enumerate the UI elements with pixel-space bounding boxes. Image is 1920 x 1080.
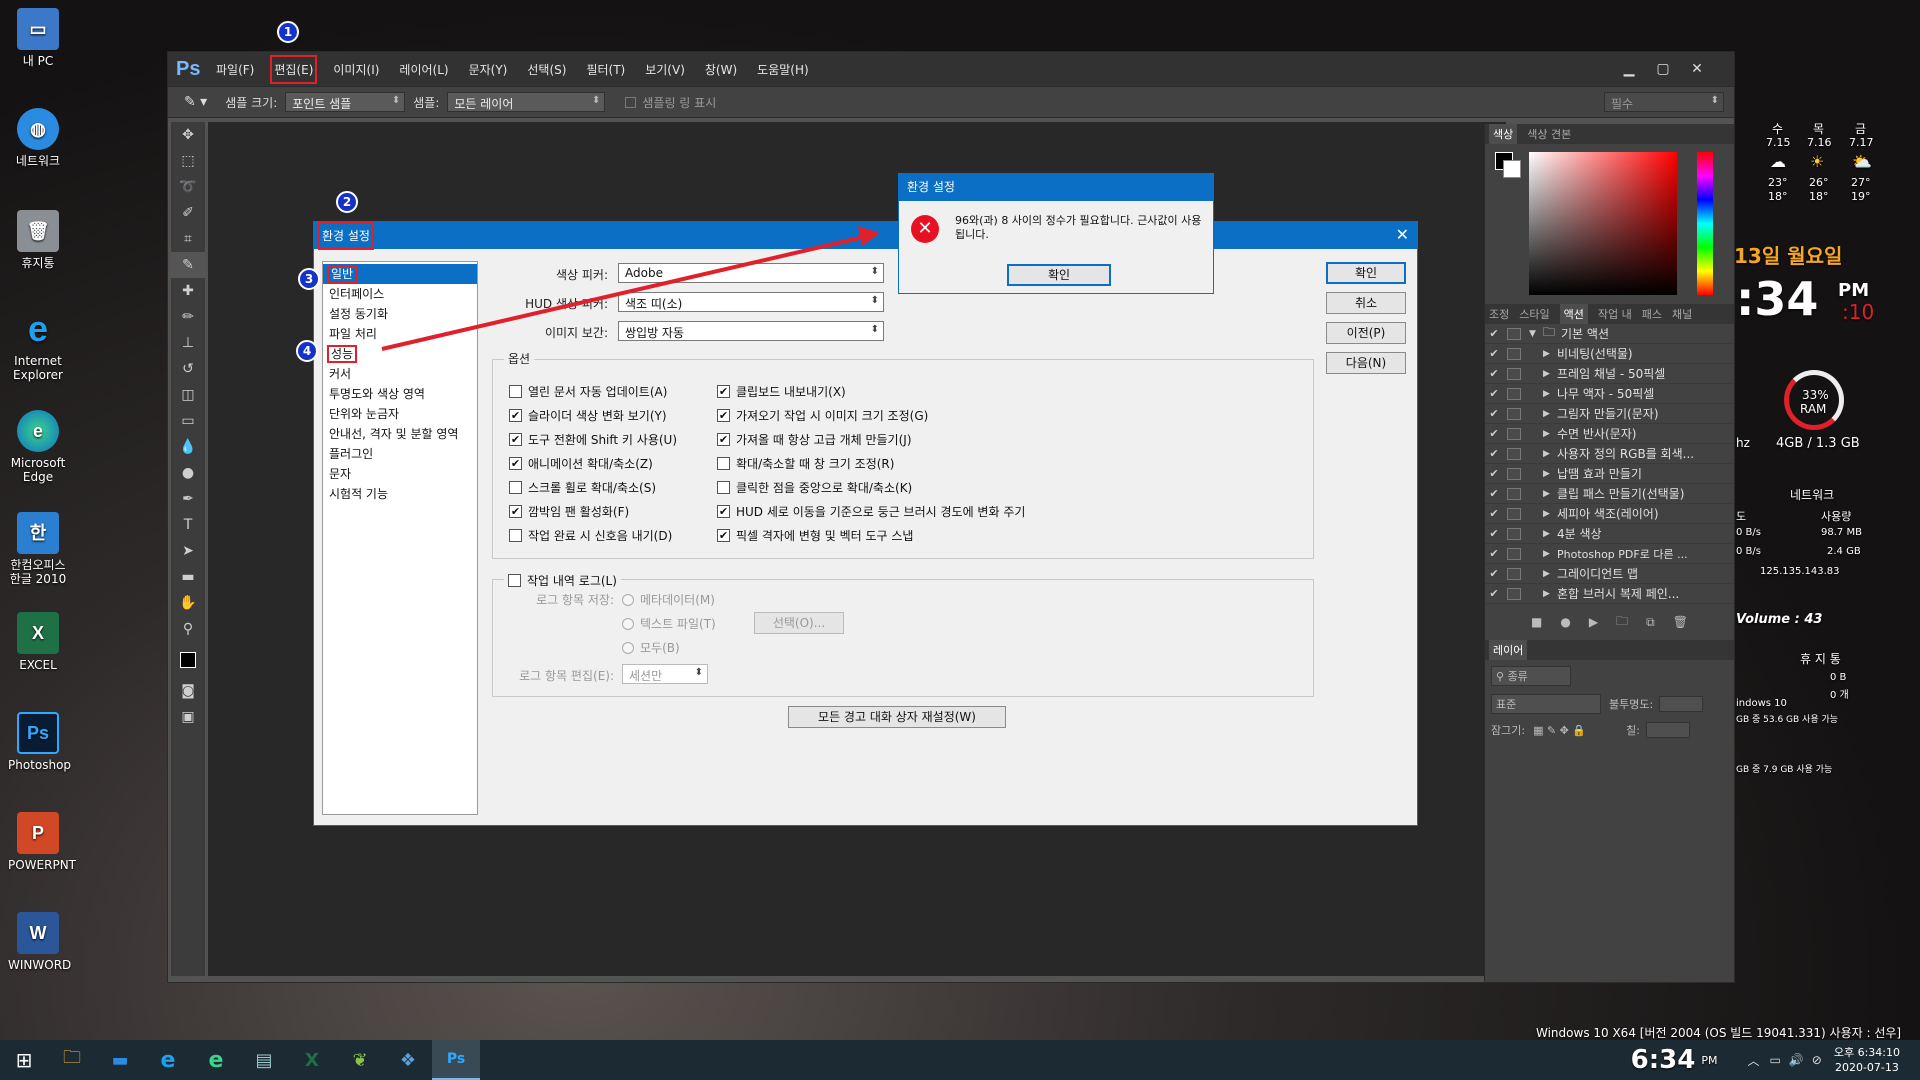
- weather-lo: 18°: [1809, 190, 1829, 203]
- volume-tray-icon[interactable]: 🔊: [1789, 1053, 1804, 1067]
- step-badge-3: 3: [298, 268, 320, 290]
- taskbar-ampm: PM: [1701, 1053, 1718, 1067]
- weather-date: 7.15: [1766, 136, 1791, 149]
- disk1-info: GB 중 53.6 GB 사용 가능: [1736, 715, 1839, 725]
- net-speed-value: 0 B/s: [1736, 546, 1761, 557]
- step-badge-2: 2: [336, 191, 358, 213]
- os-info: Windows 10 X64 [버전 2004 (OS 빌드 19041.331…: [1536, 1026, 1902, 1040]
- net-usage-value: 2.4 GB: [1827, 546, 1861, 557]
- taskbar-big-time: 6:34: [1630, 1045, 1696, 1075]
- widget-ampm: PM: [1838, 280, 1870, 301]
- network-tray-icon[interactable]: ▭: [1769, 1053, 1780, 1067]
- net-speed-label: 도: [1736, 510, 1747, 523]
- tray-date: 2020-07-13: [1834, 1061, 1899, 1074]
- disk2-info: GB 중 7.9 GB 사용 가능: [1736, 765, 1833, 775]
- step-badge-1: 1: [277, 21, 299, 43]
- weather-lo: 19°: [1851, 190, 1871, 203]
- weather-day: 목: [1813, 122, 1825, 136]
- net-speed-value: 0 B/s: [1736, 527, 1761, 538]
- ime-tray-icon[interactable]: ⊘: [1812, 1053, 1822, 1067]
- weather-hi: 23°: [1768, 176, 1788, 189]
- volume-text: Volume : 43: [1736, 612, 1823, 627]
- photoshop-taskbar-icon[interactable]: Ps: [432, 1040, 480, 1080]
- partly-cloudy-icon: ⛅: [1852, 152, 1872, 171]
- start-button[interactable]: ⊞: [0, 1040, 48, 1080]
- weather-day: 수: [1772, 122, 1784, 136]
- mail-icon[interactable]: ▬: [96, 1040, 144, 1080]
- cpu-hz: hz: [1736, 436, 1750, 450]
- sun-icon: ☀: [1810, 152, 1825, 171]
- network-title: 네트워크: [1790, 488, 1835, 502]
- app-icon[interactable]: ❖: [384, 1040, 432, 1080]
- weather-day: 금: [1855, 122, 1867, 136]
- weather-date: 7.16: [1807, 136, 1832, 149]
- edge-icon[interactable]: e: [192, 1040, 240, 1080]
- ram-percent: 33%: [1802, 388, 1829, 402]
- tray-time: 오후 6:34:10: [1833, 1046, 1900, 1059]
- weather-hi: 27°: [1851, 176, 1871, 189]
- taskbar: ⊞ 🗀 ▬ e e ▤ X ❦ ❖ Ps 6:34 PM ︿ ▭ 🔊 ⊘ 오후 …: [0, 1040, 1920, 1080]
- weather-date: 7.17: [1849, 136, 1874, 149]
- net-usage-value: 98.7 MB: [1821, 527, 1862, 538]
- weather-lo: 18°: [1768, 190, 1788, 203]
- recycle-count: 0 개: [1830, 690, 1849, 701]
- leaf-app-icon[interactable]: ❦: [336, 1040, 384, 1080]
- notes-icon[interactable]: ▤: [240, 1040, 288, 1080]
- cloud-icon: ☁: [1770, 152, 1786, 171]
- file-explorer-icon[interactable]: 🗀: [48, 1040, 96, 1080]
- widget-time: :34: [1736, 272, 1819, 326]
- ram-usage: 4GB / 1.3 GB: [1776, 436, 1860, 451]
- widget-date: 13일 월요일: [1734, 244, 1843, 268]
- tray-chevron-icon[interactable]: ︿: [1747, 1052, 1759, 1069]
- tray-clock[interactable]: 오후 6:34:10 2020-07-13: [1834, 1045, 1900, 1075]
- ram-label: RAM: [1800, 402, 1827, 416]
- step-badge-4: 4: [296, 340, 318, 362]
- widget-seconds: :10: [1842, 300, 1875, 324]
- net-usage-label: 사용량: [1821, 510, 1852, 523]
- recycle-label: 휴 지 통: [1800, 652, 1841, 666]
- excel-icon[interactable]: X: [288, 1040, 336, 1080]
- disk1-name: indows 10: [1736, 698, 1787, 709]
- ip-address: 125.135.143.83: [1760, 566, 1840, 577]
- annotation-arrow: [381, 226, 880, 351]
- internet-explorer-icon[interactable]: e: [144, 1040, 192, 1080]
- weather-hi: 26°: [1809, 176, 1829, 189]
- recycle-size: 0 B: [1830, 672, 1847, 683]
